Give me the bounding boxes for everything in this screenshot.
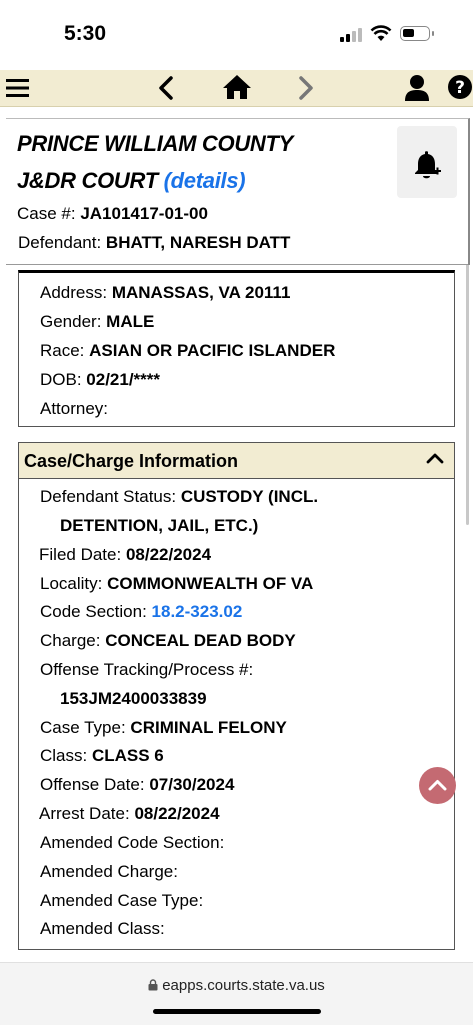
amended-class-row: Amended Class: bbox=[40, 919, 165, 939]
charge-value: CONCEAL DEAD BODY bbox=[105, 631, 296, 650]
amended-code-row: Amended Code Section: bbox=[40, 833, 224, 853]
court-name: PRINCE WILLIAM COUNTY bbox=[17, 131, 294, 156]
arrest-date-row: Arrest Date: 08/22/2024 bbox=[39, 804, 220, 824]
details-link[interactable]: (details) bbox=[164, 168, 246, 193]
url-text: eapps.courts.state.va.us bbox=[162, 977, 325, 994]
case-type-value: CRIMINAL FELONY bbox=[130, 718, 287, 737]
offense-date-row: Offense Date: 07/30/2024 bbox=[40, 775, 234, 795]
locality-label: Locality: bbox=[40, 574, 103, 593]
battery-icon bbox=[400, 26, 434, 41]
home-icon[interactable] bbox=[222, 74, 252, 100]
defendant-label: Defendant: bbox=[18, 233, 102, 252]
defendant-status-label: Defendant Status: bbox=[40, 487, 177, 506]
status-bar: 5:30 bbox=[0, 0, 473, 70]
court-type-label: J&DR COURT bbox=[17, 168, 158, 193]
code-section-link[interactable]: 18.2-323.02 bbox=[152, 602, 243, 621]
race-value: ASIAN OR PACIFIC ISLANDER bbox=[89, 341, 336, 360]
locality-row: Locality: COMMONWEALTH OF VA bbox=[40, 574, 313, 594]
address-value: MANASSAS, VA 20111 bbox=[111, 283, 291, 302]
gender-value: MALE bbox=[106, 312, 155, 331]
status-time: 5:30 bbox=[64, 22, 107, 45]
amended-case-type-label: Amended Case Type: bbox=[40, 891, 204, 910]
filed-date-label: Filed Date: bbox=[39, 545, 122, 564]
case-type-label: Case Type: bbox=[40, 718, 126, 737]
case-header: PRINCE WILLIAM COUNTY J&DR COURT (detail… bbox=[6, 118, 470, 265]
svg-text:?: ? bbox=[455, 78, 465, 98]
user-icon[interactable] bbox=[404, 74, 430, 102]
bell-plus-icon bbox=[415, 151, 441, 179]
race-label: Race: bbox=[40, 341, 85, 360]
case-charge-panel: Case/Charge Information Defendant Status… bbox=[18, 442, 455, 950]
dob-label: DOB: bbox=[40, 370, 82, 389]
case-number-value: JA101417-01-00 bbox=[80, 204, 208, 223]
defendant-status-row-cont: DETENTION, JAIL, ETC.) bbox=[60, 516, 258, 536]
amended-charge-row: Amended Charge: bbox=[40, 862, 178, 882]
browser-bar: eapps.courts.state.va.us bbox=[0, 962, 473, 1025]
filed-date-value: 08/22/2024 bbox=[125, 545, 212, 564]
lock-icon bbox=[148, 979, 158, 991]
charge-row: Charge: CONCEAL DEAD BODY bbox=[40, 631, 296, 651]
dob-row: DOB: 02/21/**** bbox=[40, 370, 160, 390]
offense-tracking-value: 153JM2400033839 bbox=[60, 689, 207, 708]
offense-tracking-label: Offense Tracking/Process #: bbox=[40, 660, 254, 679]
defendant-info-panel: Address: MANASSAS, VA 20111 Gender: MALE… bbox=[18, 270, 455, 427]
filed-date-row: Filed Date: 08/22/2024 bbox=[39, 545, 211, 565]
code-section-label: Code Section: bbox=[40, 602, 147, 621]
chevron-up-icon bbox=[428, 780, 447, 791]
court-type: J&DR COURT (details) bbox=[17, 168, 246, 194]
class-row: Class: CLASS 6 bbox=[40, 746, 164, 766]
forward-icon[interactable] bbox=[298, 76, 314, 100]
attorney-label: Attorney: bbox=[40, 399, 109, 418]
scroll-to-top-button[interactable] bbox=[419, 767, 456, 804]
dob-value: 02/21/**** bbox=[86, 370, 161, 389]
amended-charge-label: Amended Charge: bbox=[40, 862, 178, 881]
amended-case-type-row: Amended Case Type: bbox=[40, 891, 203, 911]
gender-row: Gender: MALE bbox=[40, 312, 154, 332]
case-number: Case #: JA101417-01-00 bbox=[17, 204, 208, 224]
chevron-up-icon[interactable] bbox=[426, 451, 444, 465]
defendant-status-value: CUSTODY (INCL. bbox=[180, 487, 319, 506]
offense-tracking-row: Offense Tracking/Process #: bbox=[40, 660, 253, 680]
offense-date-value: 07/30/2024 bbox=[149, 775, 235, 794]
case-number-label: Case #: bbox=[17, 204, 76, 223]
defendant-status-row: Defendant Status: CUSTODY (INCL. bbox=[40, 487, 318, 507]
offense-tracking-value-row: 153JM2400033839 bbox=[60, 689, 207, 709]
address-row: Address: MANASSAS, VA 20111 bbox=[40, 283, 290, 303]
defendant-status-value-cont: DETENTION, JAIL, ETC.) bbox=[60, 516, 259, 535]
help-icon[interactable]: ? bbox=[447, 74, 473, 100]
defendant-name: Defendant: BHATT, NARESH DATT bbox=[18, 233, 290, 253]
signal-icon bbox=[340, 26, 364, 42]
class-value: CLASS 6 bbox=[91, 746, 164, 765]
charge-label: Charge: bbox=[40, 631, 101, 650]
race-row: Race: ASIAN OR PACIFIC ISLANDER bbox=[40, 341, 335, 361]
case-charge-title: Case/Charge Information bbox=[24, 451, 239, 471]
arrest-date-label: Arrest Date: bbox=[39, 804, 130, 823]
offense-date-label: Offense Date: bbox=[40, 775, 145, 794]
case-type-row: Case Type: CRIMINAL FELONY bbox=[40, 718, 287, 738]
amended-class-label: Amended Class: bbox=[40, 919, 165, 938]
address-label: Address: bbox=[40, 283, 108, 302]
nav-bar: ? bbox=[0, 70, 473, 107]
notify-button[interactable] bbox=[397, 126, 457, 198]
attorney-row: Attorney: bbox=[40, 399, 108, 419]
amended-code-label: Amended Code Section: bbox=[40, 833, 225, 852]
home-indicator bbox=[153, 1009, 321, 1014]
arrest-date-value: 08/22/2024 bbox=[134, 804, 220, 823]
gender-label: Gender: bbox=[40, 312, 102, 331]
case-charge-header[interactable]: Case/Charge Information bbox=[19, 443, 454, 479]
back-icon[interactable] bbox=[158, 76, 174, 100]
header-divider bbox=[6, 264, 468, 265]
address-bar[interactable]: eapps.courts.state.va.us bbox=[0, 977, 473, 994]
locality-value: COMMONWEALTH OF VA bbox=[107, 574, 314, 593]
defendant-value: BHATT, NARESH DATT bbox=[105, 233, 291, 252]
class-label: Class: bbox=[40, 746, 88, 765]
code-section-row: Code Section: 18.2-323.02 bbox=[40, 602, 242, 622]
wifi-icon bbox=[370, 25, 392, 41]
menu-icon[interactable] bbox=[6, 78, 30, 98]
